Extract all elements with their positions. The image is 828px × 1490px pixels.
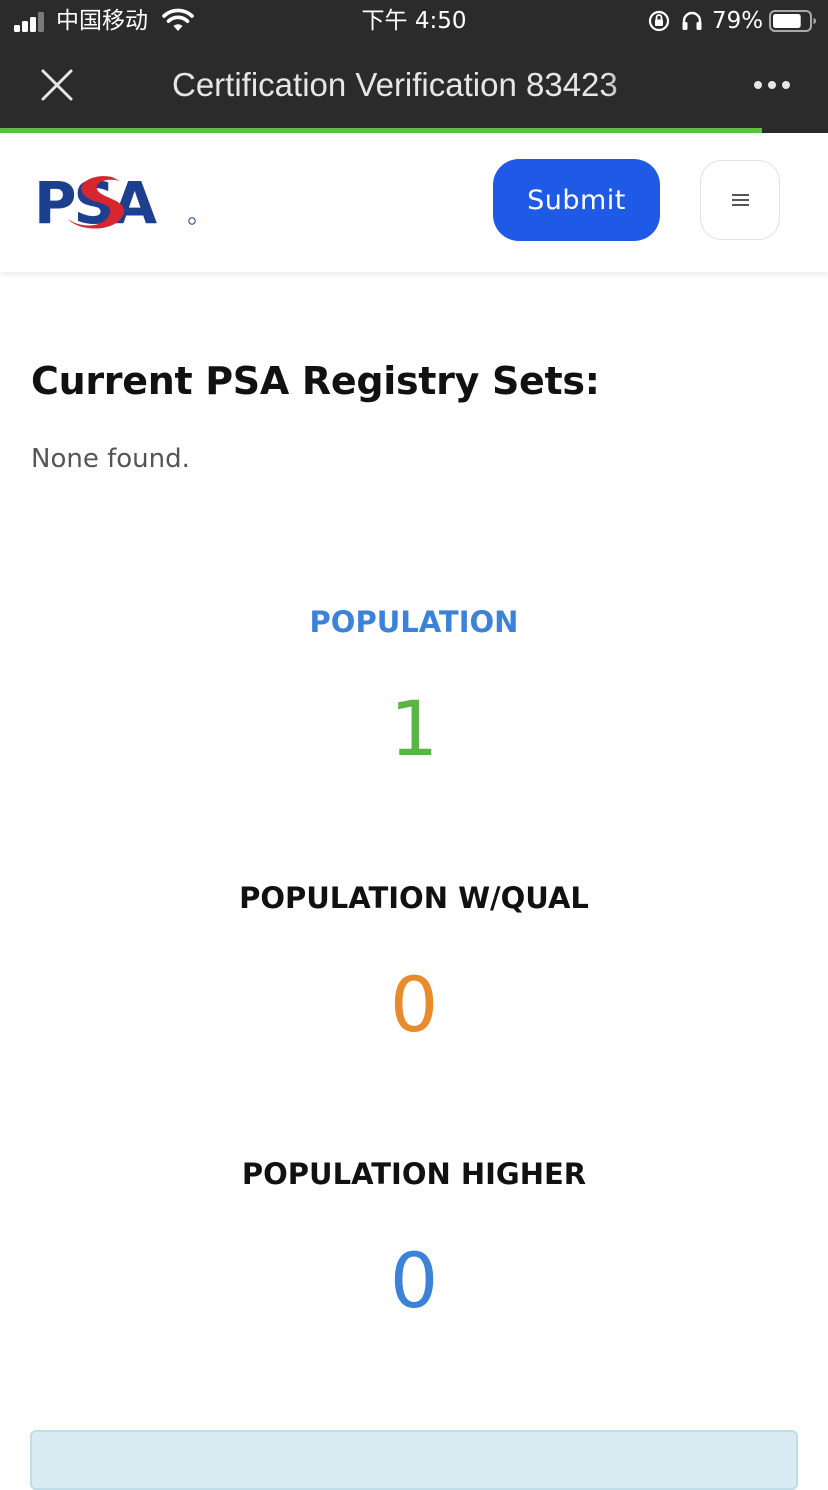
population-qual-value: 0 bbox=[389, 960, 439, 1049]
psa-logo[interactable]: PSA bbox=[34, 169, 198, 231]
orientation-lock-icon bbox=[648, 10, 670, 32]
wifi-icon bbox=[162, 8, 194, 31]
battery-percent: 79% bbox=[712, 8, 764, 34]
registry-heading: Current PSA Registry Sets: bbox=[31, 359, 600, 403]
browser-title-bar: Certification Verification 83423 bbox=[0, 42, 828, 128]
site-header: PSA Submit bbox=[0, 133, 828, 272]
close-icon[interactable] bbox=[36, 64, 78, 106]
status-bar: 中国移动 下午 4:50 79% bbox=[0, 0, 828, 42]
registry-empty-text: None found. bbox=[31, 444, 190, 474]
population-value: 1 bbox=[389, 684, 439, 773]
carrier-name: 中国移动 bbox=[56, 8, 148, 34]
population-higher-value: 0 bbox=[389, 1236, 439, 1325]
menu-icon bbox=[732, 194, 749, 206]
headphones-icon bbox=[682, 11, 702, 30]
page-title: Certification Verification 83423 bbox=[172, 66, 618, 103]
population-qual-label: POPULATION W/QUAL bbox=[239, 881, 589, 915]
submit-button[interactable]: Submit bbox=[493, 159, 660, 241]
population-higher-label: POPULATION HIGHER bbox=[241, 1157, 587, 1191]
population-label: POPULATION bbox=[309, 605, 519, 639]
info-panel bbox=[30, 1430, 798, 1490]
more-icon[interactable] bbox=[748, 70, 796, 100]
signal-icon bbox=[14, 12, 50, 32]
battery-icon bbox=[769, 10, 816, 32]
menu-button[interactable] bbox=[700, 160, 780, 240]
